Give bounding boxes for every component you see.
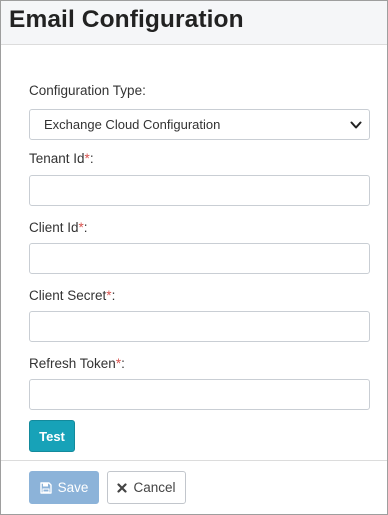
cancel-button-label: Cancel <box>133 480 176 495</box>
configuration-type-value: Exchange Cloud Configuration <box>44 117 221 132</box>
email-configuration-dialog: Email Configuration Configuration Type: … <box>0 0 388 515</box>
dialog-header: Email Configuration <box>1 1 387 45</box>
chevron-down-icon <box>349 118 363 132</box>
tenant-id-label: Tenant Id*: <box>29 151 94 166</box>
configuration-type-select[interactable]: Exchange Cloud Configuration <box>29 109 370 140</box>
client-id-label: Client Id*: <box>29 220 88 235</box>
save-button[interactable]: Save <box>29 471 99 504</box>
client-secret-input[interactable] <box>29 311 370 342</box>
save-button-label: Save <box>57 480 89 495</box>
footer-divider <box>1 460 387 461</box>
close-icon <box>117 482 128 493</box>
refresh-token-label: Refresh Token*: <box>29 356 125 371</box>
cancel-button[interactable]: Cancel <box>107 471 186 504</box>
client-secret-label: Client Secret*: <box>29 288 116 303</box>
configuration-type-label: Configuration Type: <box>29 83 146 98</box>
refresh-token-input[interactable] <box>29 379 370 410</box>
client-id-input[interactable] <box>29 243 370 274</box>
tenant-id-input[interactable] <box>29 175 370 206</box>
floppy-disk-icon <box>39 481 52 494</box>
test-button[interactable]: Test <box>29 420 75 452</box>
dialog-title: Email Configuration <box>9 6 244 33</box>
